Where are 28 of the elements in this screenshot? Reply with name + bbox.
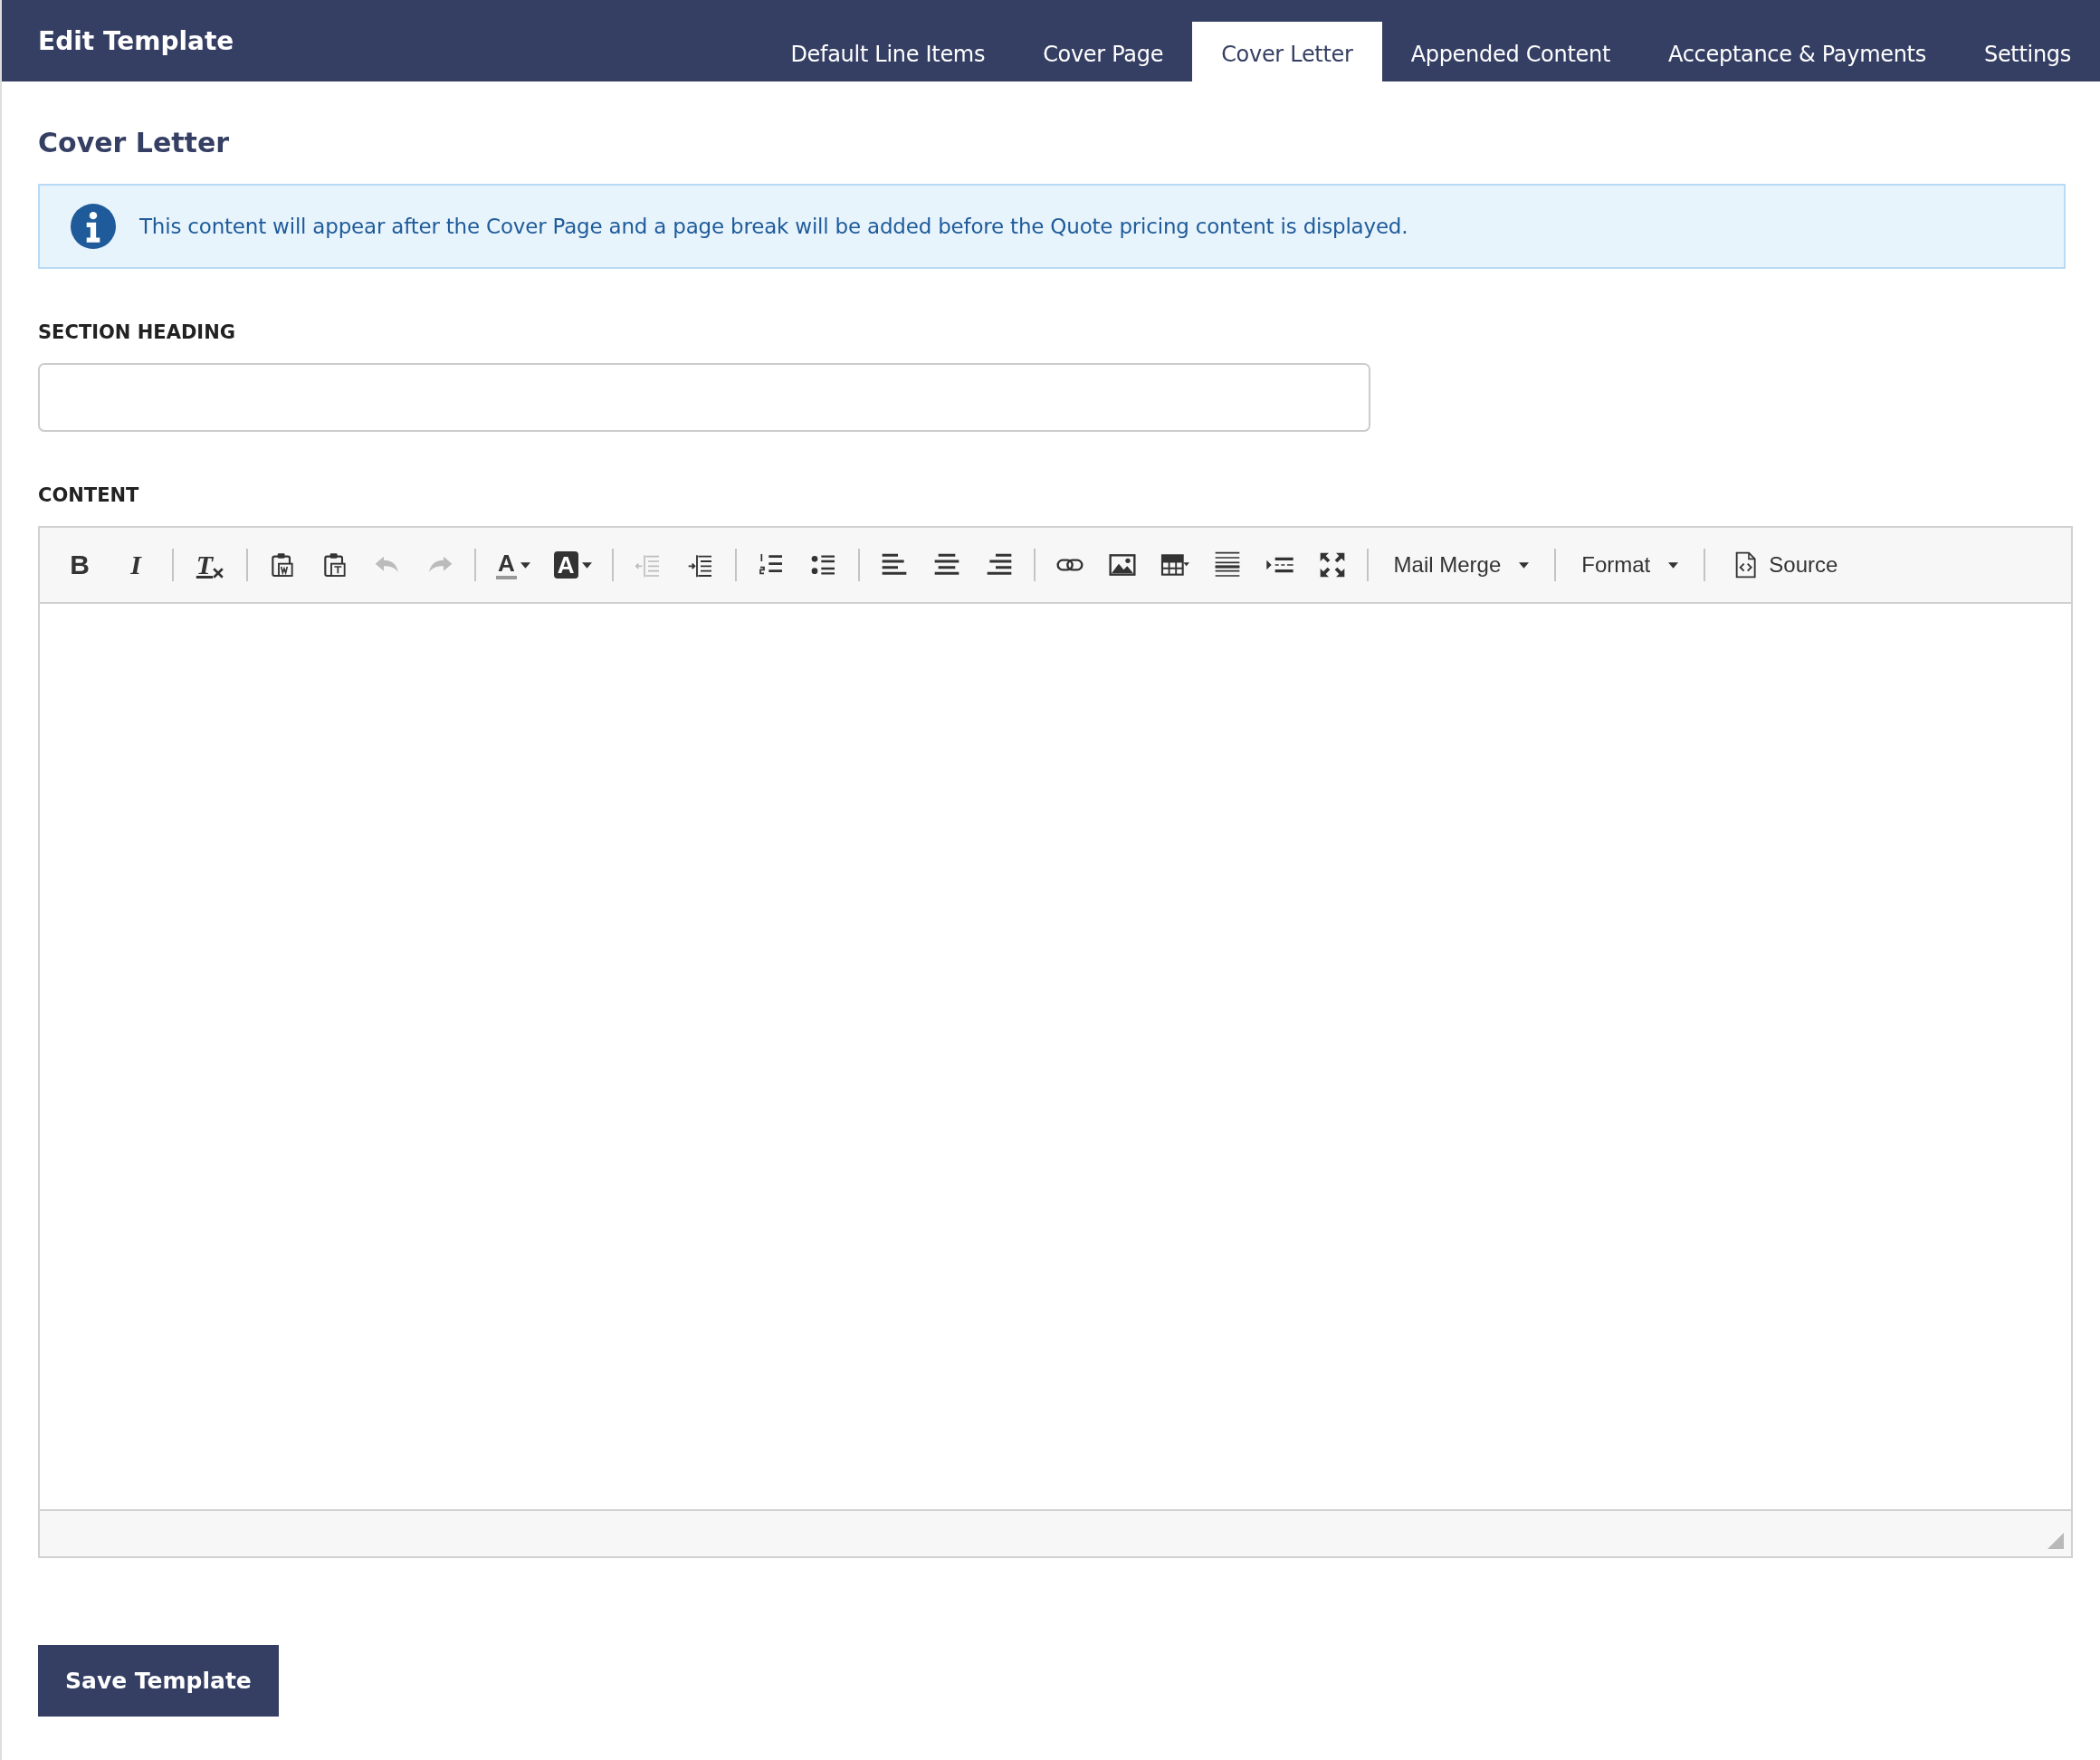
page-title: Edit Template — [38, 25, 234, 56]
tab[interactable]: Default Line Items — [761, 22, 1015, 81]
clear-format-button[interactable]: T — [190, 546, 230, 584]
section-heading-field[interactable] — [38, 363, 1370, 432]
save-template-button[interactable]: Save Template — [38, 1645, 279, 1717]
caret-icon — [1668, 561, 1679, 569]
section-title: Cover Letter — [38, 127, 231, 158]
tab[interactable]: Cover Letter — [1192, 22, 1382, 81]
caret-icon — [581, 561, 592, 569]
background-color-button[interactable]: A — [549, 548, 596, 582]
field-label: SECTION HEADING — [38, 321, 236, 343]
field-label: CONTENT — [38, 484, 140, 506]
dropdown-button[interactable]: Mail Merge — [1384, 549, 1539, 581]
tab[interactable]: Cover Page — [1014, 22, 1193, 81]
info-icon — [71, 204, 116, 249]
dropdown-button[interactable]: Format — [1572, 549, 1688, 581]
source-button[interactable]: Source — [1722, 547, 1847, 583]
bold-button[interactable]: B — [60, 546, 100, 584]
info-message: This content will appear after the Cover Page and a page break will be added before the Quote pricing content is displayed. — [139, 215, 1408, 238]
cross-icon — [213, 568, 224, 579]
text-color-button[interactable]: A — [492, 547, 534, 583]
tab[interactable]: Acceptance & Payments — [1639, 22, 1955, 81]
caret-icon — [1519, 561, 1530, 569]
tab[interactable]: Settings — [1954, 22, 2100, 81]
resize-handle-icon[interactable] — [2048, 1533, 2064, 1549]
tab[interactable]: Appended Content — [1381, 22, 1639, 81]
italic-button[interactable]: I — [116, 546, 156, 584]
caret-icon — [520, 561, 530, 569]
